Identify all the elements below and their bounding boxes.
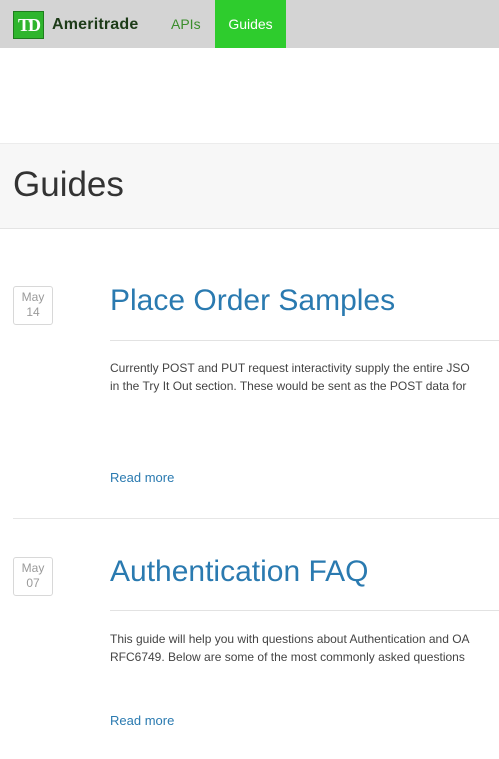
nav-item-guides[interactable]: Guides — [215, 0, 286, 48]
article-excerpt: Currently POST and PUT request interacti… — [110, 359, 499, 395]
article-divider — [13, 518, 499, 519]
nav-item-apis[interactable]: APIs — [171, 0, 201, 48]
td-ameritrade-logo[interactable]: TD Ameritrade — [13, 11, 138, 39]
page-header: Guides — [0, 143, 499, 229]
date-day: 14 — [26, 305, 40, 319]
date-badge: May 14 — [13, 286, 53, 325]
date-day: 07 — [26, 576, 40, 590]
article-excerpt: This guide will help you with questions … — [110, 630, 499, 666]
read-more-link[interactable]: Read more — [110, 470, 174, 485]
excerpt-line: This guide will help you with questions … — [110, 632, 470, 646]
date-month: May — [21, 561, 45, 575]
date-month: May — [21, 290, 45, 304]
article-title-link[interactable]: Place Order Samples — [110, 284, 395, 318]
date-badge: May 07 — [13, 557, 53, 596]
brand-name: Ameritrade — [52, 16, 139, 33]
excerpt-line: RFC6749. Below are some of the most comm… — [110, 650, 465, 664]
td-logo-mark: TD — [13, 11, 44, 39]
top-navigation-bar: TD Ameritrade APIs Guides — [0, 0, 499, 48]
title-divider — [110, 340, 499, 341]
title-divider — [110, 610, 499, 611]
page-title: Guides — [13, 165, 124, 204]
excerpt-line: in the Try It Out section. These would b… — [110, 379, 467, 393]
article-title-link[interactable]: Authentication FAQ — [110, 555, 369, 589]
excerpt-line: Currently POST and PUT request interacti… — [110, 361, 470, 375]
read-more-link[interactable]: Read more — [110, 713, 174, 728]
